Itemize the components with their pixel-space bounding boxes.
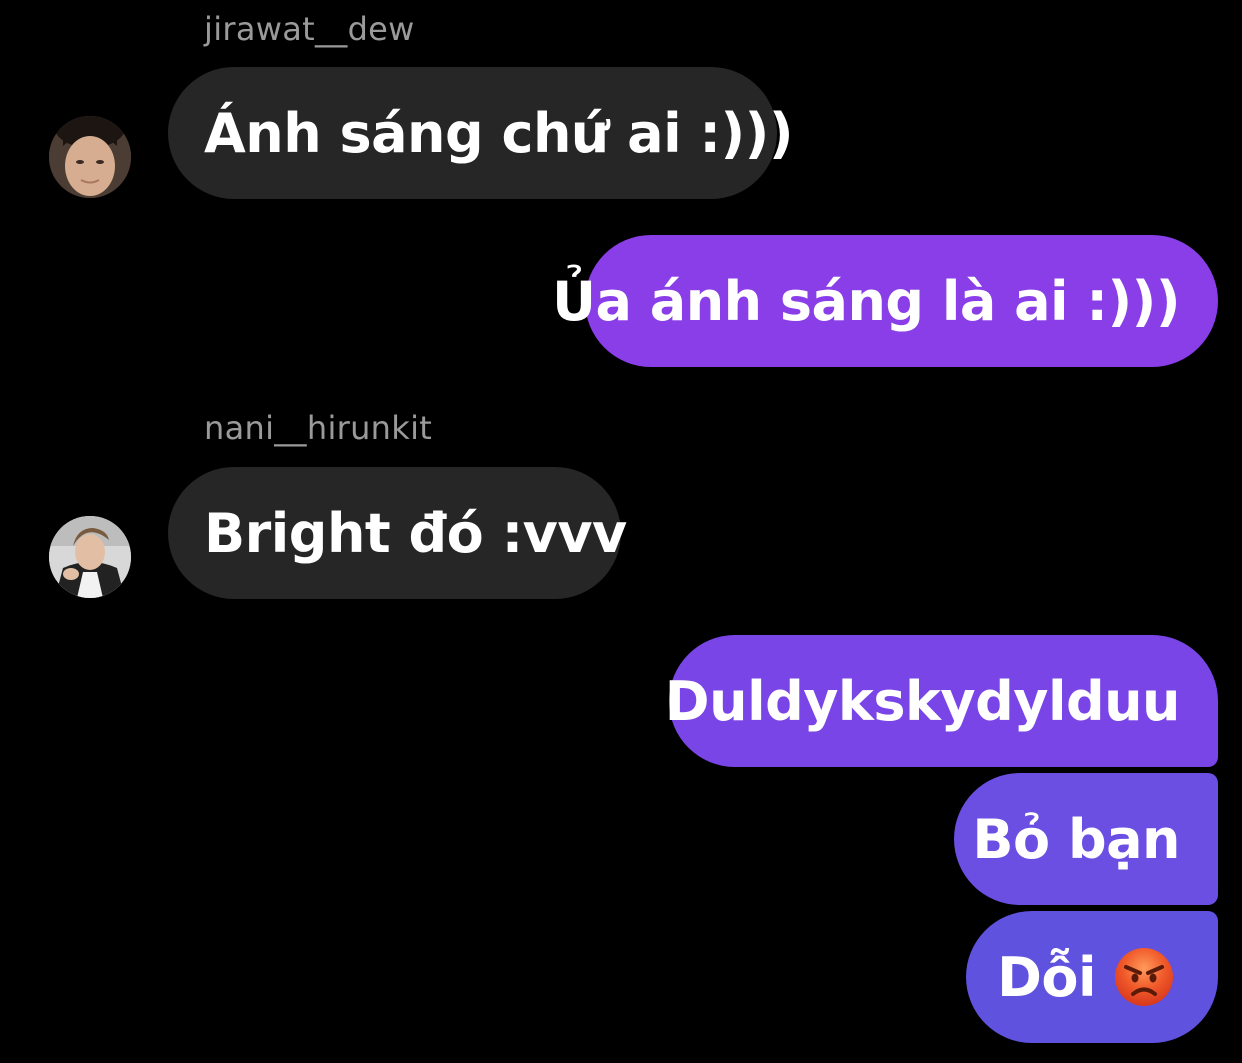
sender-name: jirawat__dew [204, 10, 415, 48]
message-text: Duldykskydylduu [664, 669, 1181, 733]
message-bubble-outgoing[interactable]: Ủa ánh sáng là ai :))) [552, 235, 1218, 367]
message-text: Ánh sáng chứ ai :))) [204, 101, 794, 165]
avatar[interactable] [49, 516, 131, 598]
message-text: Bright đó :vvv [204, 501, 627, 565]
message-text: Ủa ánh sáng là ai :))) [552, 269, 1180, 333]
message-bubble-outgoing[interactable]: Dỗi [966, 911, 1218, 1043]
person-photo-icon [49, 516, 131, 598]
message-bubble-outgoing[interactable]: Bỏ bạn [954, 773, 1218, 905]
message-bubble-incoming[interactable]: Ánh sáng chứ ai :))) [168, 67, 794, 199]
message-text: Dỗi [997, 945, 1096, 1009]
message-text: Bỏ bạn [972, 807, 1180, 871]
sender-name: nani__hirunkit [204, 409, 433, 447]
person-photo-icon [49, 116, 131, 198]
angry-face-icon [1114, 947, 1174, 1007]
avatar[interactable] [49, 116, 131, 198]
message-bubble-outgoing[interactable]: Duldykskydylduu [665, 635, 1218, 767]
message-bubble-incoming[interactable]: Bright đó :vvv [168, 467, 627, 599]
